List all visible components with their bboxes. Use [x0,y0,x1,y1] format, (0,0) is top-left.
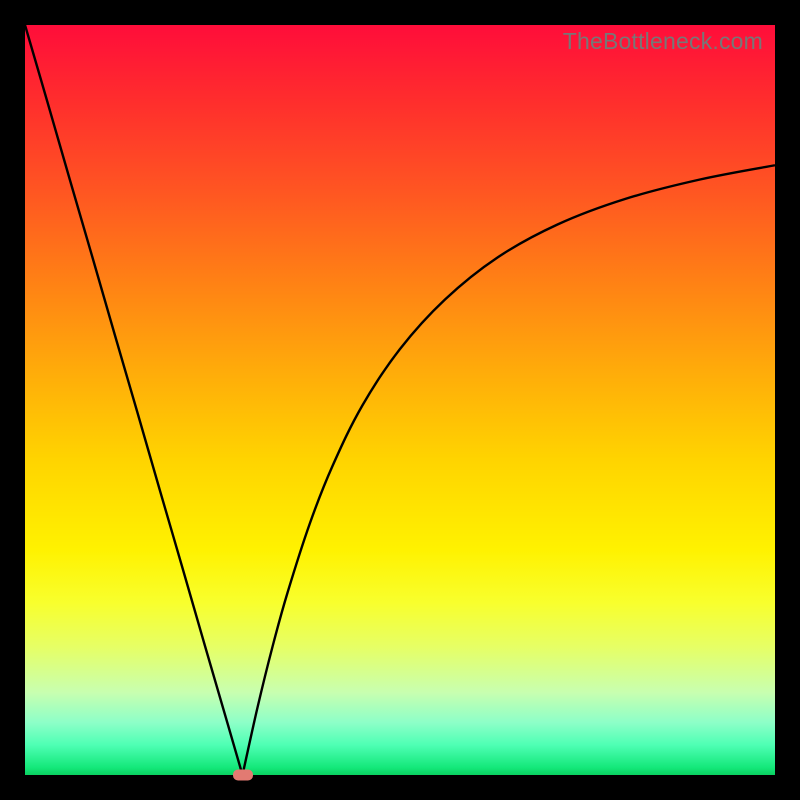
bottleneck-curve [25,25,775,775]
plot-area: TheBottleneck.com [25,25,775,775]
minimum-marker [233,770,253,781]
curve-right-branch [243,165,776,775]
chart-frame: TheBottleneck.com [0,0,800,800]
curve-left-branch [25,25,243,775]
